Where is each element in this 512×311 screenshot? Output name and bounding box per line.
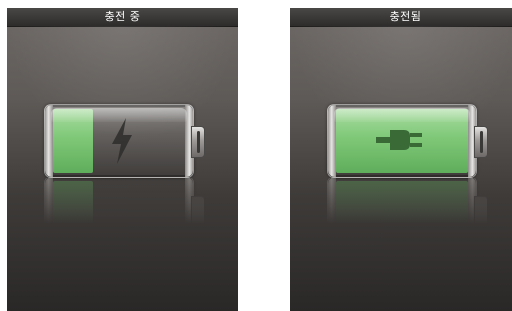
battery-charging — [44, 104, 205, 178]
charging-title: 충전 중 — [7, 8, 238, 27]
lightning-bolt-icon — [112, 118, 132, 164]
reflection-battery-body — [44, 178, 194, 224]
charged-title: 충전됨 — [290, 8, 512, 27]
reflection-battery — [327, 178, 487, 224]
battery-terminal — [191, 126, 205, 158]
reflection-left-cap — [328, 178, 336, 224]
charged-screen: 충전됨 — [290, 8, 512, 311]
terminal-ring — [480, 131, 483, 153]
terminal-ring — [197, 131, 200, 153]
reflection-terminal — [474, 196, 487, 224]
reflection-left-cap — [45, 178, 53, 224]
battery-terminal — [474, 126, 488, 158]
reflection-battery-body — [327, 178, 477, 224]
reflection-terminal — [191, 196, 204, 224]
battery-reflection — [44, 178, 204, 224]
reflection-fill — [53, 181, 93, 224]
power-plug-icon — [376, 130, 422, 150]
battery-reflection — [327, 178, 487, 224]
battery-shine — [334, 108, 470, 122]
reflection-battery — [44, 178, 204, 224]
reflection-fill — [336, 181, 468, 224]
charging-screen: 충전 중 — [7, 8, 238, 311]
battery-charged — [327, 104, 488, 178]
